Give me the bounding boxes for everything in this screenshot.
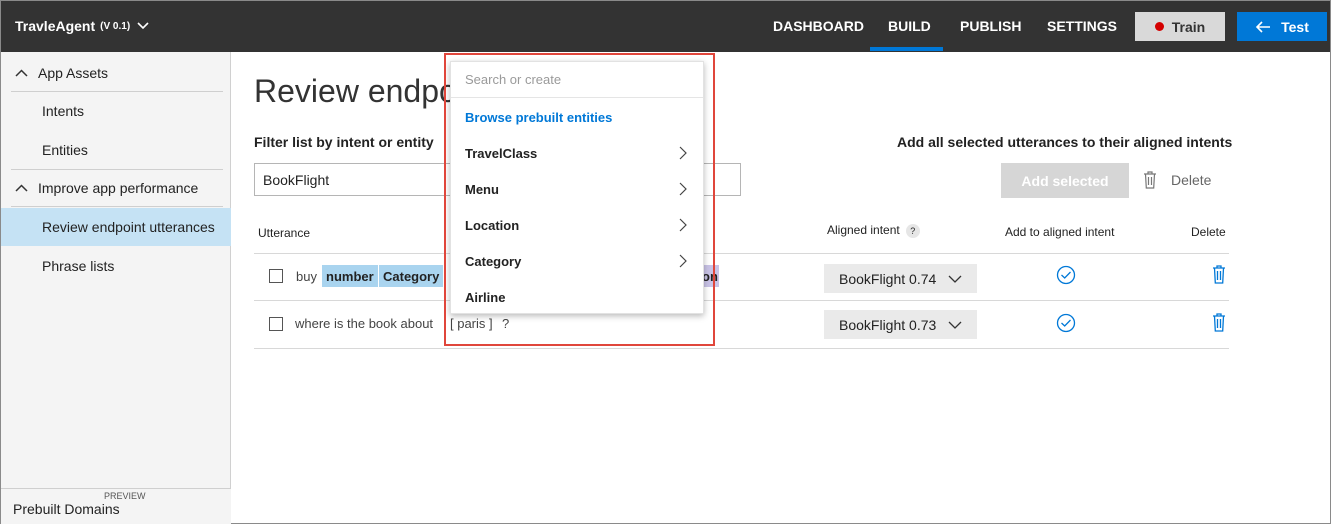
row-divider xyxy=(254,348,1229,349)
chevron-down-icon xyxy=(137,22,149,30)
test-label: Test xyxy=(1281,18,1309,35)
help-icon[interactable]: ? xyxy=(905,223,920,238)
sidebar-item-entities[interactable]: Entities xyxy=(1,131,231,169)
sidebar-section-improve[interactable]: Improve app performance xyxy=(11,169,223,207)
add-to-intent-icon[interactable] xyxy=(1056,313,1076,333)
row-checkbox[interactable] xyxy=(269,317,283,331)
sidebar-item-phrase-lists[interactable]: Phrase lists xyxy=(1,247,231,285)
highlight-annotation xyxy=(444,53,715,346)
aligned-intent-select[interactable]: BookFlight 0.73 xyxy=(824,310,977,339)
train-label: Train xyxy=(1171,18,1206,35)
aligned-intent-select[interactable]: BookFlight 0.74 xyxy=(824,264,977,293)
nav-tab-dashboard[interactable]: DASHBOARD xyxy=(773,18,864,34)
column-header-utterance: Utterance xyxy=(258,226,311,240)
arrow-left-icon xyxy=(1255,20,1271,33)
add-to-intent-icon[interactable] xyxy=(1056,265,1076,285)
nav-tab-settings[interactable]: SETTINGS xyxy=(1047,18,1117,34)
prebuilt-domains-link[interactable]: Prebuilt Domains xyxy=(13,501,120,517)
delete-label: Delete xyxy=(1171,172,1212,188)
nav-tab-build[interactable]: BUILD xyxy=(888,18,931,34)
chevron-down-icon xyxy=(948,321,962,329)
delete-selected-button[interactable]: Delete xyxy=(1143,171,1211,189)
filter-label: Filter list by intent or entity xyxy=(254,134,434,150)
sidebar-item-label: Intents xyxy=(42,103,85,119)
chevron-up-icon xyxy=(15,184,28,192)
add-selected-button[interactable]: Add selected xyxy=(1001,163,1129,198)
test-button[interactable]: Test xyxy=(1237,12,1327,41)
column-header-delete: Delete xyxy=(1191,225,1226,239)
sidebar-item-label: Entities xyxy=(42,142,88,158)
row-divider xyxy=(254,300,1229,301)
utterance-text: buy xyxy=(296,269,317,284)
sidebar-section-label: App Assets xyxy=(38,64,109,81)
intent-value: BookFlight 0.74 xyxy=(839,270,937,287)
app-version: (V 0.1) xyxy=(100,20,131,32)
sidebar-item-label: Phrase lists xyxy=(42,258,115,274)
add-all-label: Add all selected utterances to their ali… xyxy=(897,134,1233,150)
entity-chip[interactable]: number xyxy=(322,265,378,287)
active-tab-indicator xyxy=(870,47,943,51)
intent-value: BookFlight 0.73 xyxy=(839,316,937,333)
train-button[interactable]: Train xyxy=(1135,12,1225,41)
column-header-aligned-intent: Aligned intent? xyxy=(827,223,920,238)
sidebar: App Assets Intents Entities Improve app … xyxy=(1,52,231,524)
page-title: Review endpo xyxy=(254,73,457,109)
train-status-dot xyxy=(1154,22,1164,31)
sidebar-section-label: Improve app performance xyxy=(38,180,199,196)
chevron-down-icon xyxy=(948,275,962,283)
sidebar-footer: PREVIEW Prebuilt Domains xyxy=(1,488,231,524)
delete-row-icon[interactable] xyxy=(1212,265,1226,284)
sidebar-item-intents[interactable]: Intents xyxy=(1,92,231,130)
row-divider xyxy=(254,253,1229,254)
chevron-up-icon xyxy=(15,68,28,77)
sidebar-item-review-utterances[interactable]: Review endpoint utterances xyxy=(1,208,231,246)
app-switcher[interactable]: TravleAgent (V 0.1) xyxy=(15,18,149,34)
column-header-add-to-aligned: Add to aligned intent xyxy=(1005,225,1115,239)
nav-tab-publish[interactable]: PUBLISH xyxy=(960,18,1021,34)
delete-row-icon[interactable] xyxy=(1212,313,1226,332)
sidebar-section-app-assets[interactable]: App Assets xyxy=(11,54,223,92)
entity-chip[interactable]: Category xyxy=(379,265,444,287)
trash-icon xyxy=(1144,171,1156,189)
sidebar-item-label: Review endpoint utterances xyxy=(42,219,215,235)
column-header-label: Aligned intent xyxy=(827,223,900,237)
preview-badge: PREVIEW xyxy=(104,491,146,501)
utterance-text: where is the book about xyxy=(295,316,434,331)
app-name: TravleAgent xyxy=(15,18,96,34)
top-nav-bar: TravleAgent (V 0.1) DASHBOARD BUILD PUBL… xyxy=(1,1,1330,52)
row-checkbox[interactable] xyxy=(269,269,283,283)
